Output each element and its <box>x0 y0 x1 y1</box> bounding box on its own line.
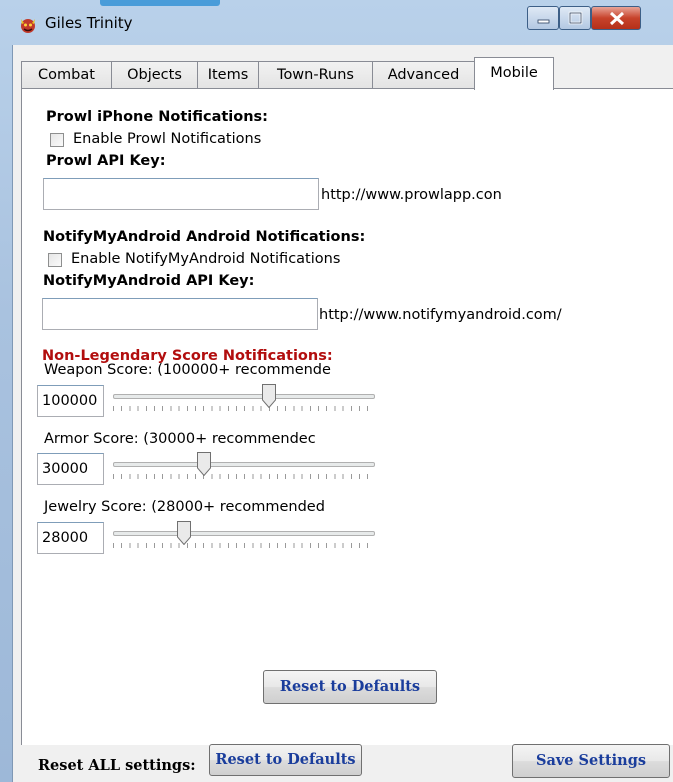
nma-api-key-label: NotifyMyAndroid API Key: <box>43 273 255 289</box>
minimize-button[interactable] <box>527 6 559 30</box>
window-frame: Giles Trinity Combat Objects Items Town-… <box>0 0 673 782</box>
app-demon-icon <box>21 19 35 33</box>
jewelry-score-label: Jewelry Score: (28000+ recommended <box>44 499 325 515</box>
save-settings-button[interactable]: Save Settings <box>512 744 670 778</box>
armor-score-input[interactable]: 30000 <box>37 453 104 485</box>
tab-combat[interactable]: Combat <box>21 61 112 89</box>
weapon-score-label: Weapon Score: (100000+ recommende <box>44 362 331 378</box>
close-button[interactable] <box>591 6 641 30</box>
bottom-bar: Reset ALL settings: Reset to Defaults Sa… <box>21 744 673 782</box>
maximize-button[interactable] <box>559 6 591 30</box>
slider-ticks <box>113 474 375 479</box>
tab-items[interactable]: Items <box>197 61 259 89</box>
armor-score-label: Armor Score: (30000+ recommendec <box>44 431 316 447</box>
armor-score-slider[interactable] <box>113 452 375 486</box>
maximize-icon <box>568 11 583 25</box>
mobile-panel: Prowl iPhone Notifications: Enable Prowl… <box>21 89 673 745</box>
nma-enable-label[interactable]: Enable NotifyMyAndroid Notifications <box>71 251 340 267</box>
prowl-enable-label[interactable]: Enable Prowl Notifications <box>73 131 261 147</box>
reset-defaults-button[interactable]: Reset to Defaults <box>263 670 437 704</box>
slider-ticks <box>113 543 375 548</box>
tab-town-runs[interactable]: Town-Runs <box>258 61 373 89</box>
slider-track <box>113 462 375 467</box>
nma-enable-checkbox[interactable] <box>48 253 62 267</box>
reset-all-label: Reset ALL settings: <box>38 757 196 774</box>
prowl-heading: Prowl iPhone Notifications: <box>46 109 268 125</box>
slider-thumb[interactable] <box>262 384 276 408</box>
jewelry-score-input[interactable]: 28000 <box>37 522 104 554</box>
tab-mobile[interactable]: Mobile <box>474 57 554 90</box>
slider-ticks <box>113 406 375 411</box>
slider-track <box>113 394 375 399</box>
reset-all-button[interactable]: Reset to Defaults <box>209 744 362 776</box>
slider-thumb[interactable] <box>197 452 211 476</box>
window-title: Giles Trinity <box>45 14 133 32</box>
tab-advanced[interactable]: Advanced <box>372 61 475 89</box>
tab-objects[interactable]: Objects <box>111 61 198 89</box>
prowl-api-key-label: Prowl API Key: <box>46 153 166 169</box>
close-icon <box>609 11 625 26</box>
client-area: Combat Objects Items Town-Runs Advanced … <box>12 45 673 782</box>
slider-track <box>113 531 375 536</box>
nma-api-key-input[interactable] <box>42 298 318 330</box>
prowl-url: http://www.prowlapp.con <box>321 187 502 203</box>
weapon-score-input[interactable]: 100000 <box>37 385 104 417</box>
nma-url: http://www.notifymyandroid.com/ <box>319 307 562 323</box>
minimize-icon <box>537 19 550 24</box>
nma-heading: NotifyMyAndroid Android Notifications: <box>43 229 366 245</box>
prowl-enable-checkbox[interactable] <box>50 133 64 147</box>
weapon-score-slider[interactable] <box>113 384 375 418</box>
jewelry-score-slider[interactable] <box>113 521 375 555</box>
slider-thumb[interactable] <box>177 521 191 545</box>
prowl-api-key-input[interactable] <box>43 178 319 210</box>
